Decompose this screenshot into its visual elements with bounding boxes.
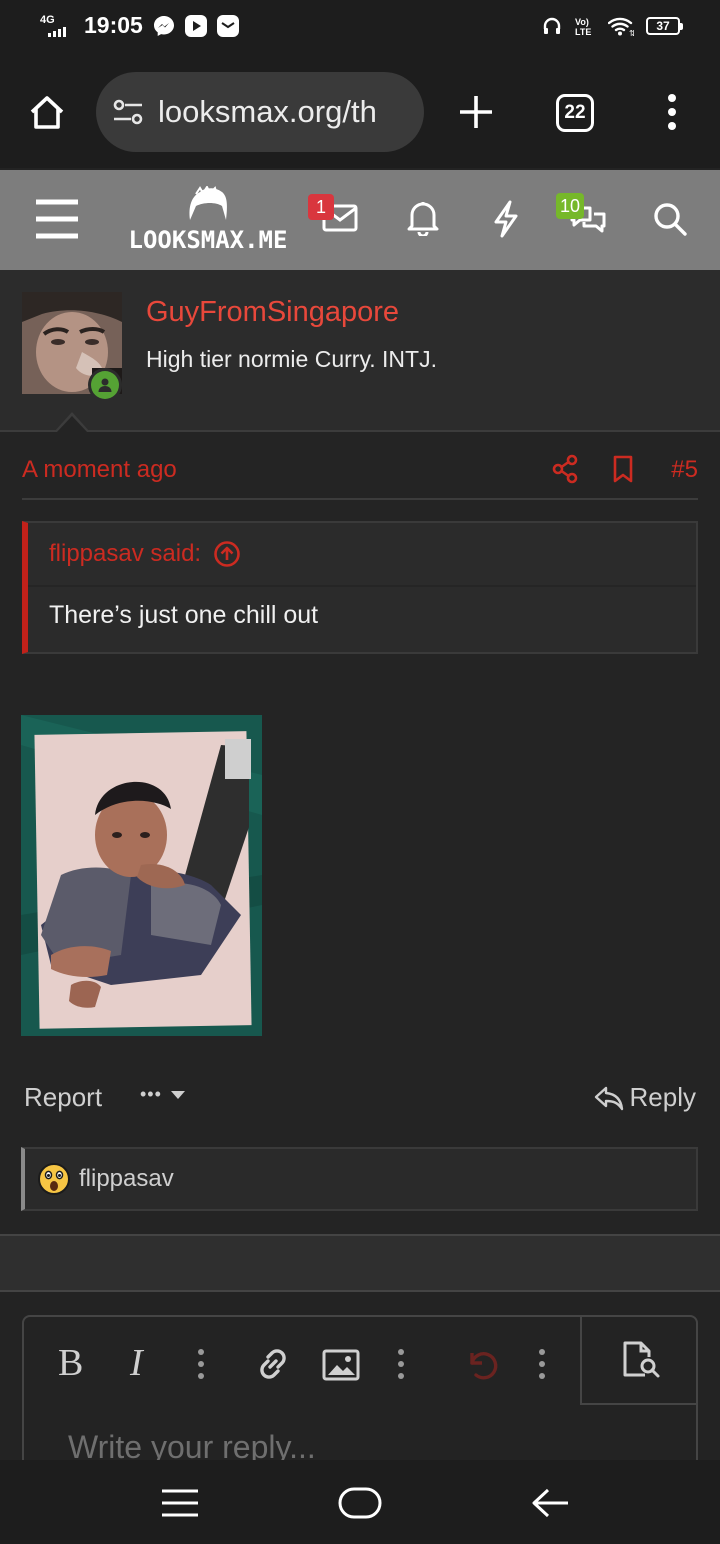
site-settings-icon[interactable] xyxy=(112,99,144,125)
cellular-signal-icon: 4G xyxy=(40,13,74,39)
more-options-button[interactable]: ••• xyxy=(140,1084,186,1105)
browser-toolbar: looksmax.org/th 22 xyxy=(0,56,720,168)
section-divider xyxy=(0,1234,720,1292)
wow-reaction-icon xyxy=(38,1163,70,1195)
more-options-label: ••• xyxy=(140,1084,162,1104)
italic-button[interactable]: I xyxy=(130,1341,143,1385)
battery-icon: 37 xyxy=(646,17,683,35)
reaction-users: flippasav xyxy=(79,1165,174,1192)
bookmark-icon[interactable] xyxy=(612,454,634,484)
share-icon[interactable] xyxy=(552,454,578,484)
inbox-badge: 1 xyxy=(308,194,334,220)
bold-button[interactable]: B xyxy=(58,1341,83,1385)
recent-apps-icon[interactable] xyxy=(160,1488,200,1518)
post-meta: A moment ago #5 xyxy=(22,454,698,500)
insert-image-icon[interactable] xyxy=(322,1349,360,1381)
home-button-icon[interactable] xyxy=(338,1486,382,1520)
quote-text: There’s just one chill out xyxy=(49,601,319,629)
quote-header[interactable]: flippasav said: xyxy=(28,523,696,587)
youtube-icon xyxy=(184,14,207,37)
post-user-block: GuyFromSingapore High tier normie Curry.… xyxy=(0,270,720,433)
reply-icon xyxy=(594,1086,623,1110)
post-image[interactable] xyxy=(21,715,262,1036)
go-to-quote-icon[interactable] xyxy=(213,540,241,568)
new-tab-icon[interactable] xyxy=(456,92,496,132)
undo-icon[interactable] xyxy=(464,1347,500,1383)
svg-text:⇅: ⇅ xyxy=(629,29,634,36)
quote-author: flippasav said: xyxy=(49,540,202,567)
user-block-caret-inner xyxy=(56,416,88,433)
post-username[interactable]: GuyFromSingapore xyxy=(146,296,399,329)
home-icon[interactable] xyxy=(26,92,68,134)
url-text: looksmax.org/th xyxy=(158,94,377,129)
online-status-badge xyxy=(88,368,122,402)
site-header: LOOKSMAX.ME 1 10 xyxy=(0,170,720,270)
status-bar: 4G 19:05 Vo) LTE ⇅ 37 xyxy=(0,0,720,56)
lightning-icon[interactable] xyxy=(492,200,520,238)
reply-label: Reply xyxy=(629,1082,696,1112)
search-icon[interactable] xyxy=(652,201,688,237)
user-icon xyxy=(98,378,112,392)
reply-button[interactable]: Reply xyxy=(594,1082,696,1113)
notifications-bell-icon[interactable] xyxy=(406,200,440,236)
logo-hair-icon xyxy=(189,186,227,220)
post-number[interactable]: #5 xyxy=(671,456,698,484)
preview-button[interactable] xyxy=(580,1317,696,1405)
wifi-icon: ⇅ xyxy=(608,17,634,36)
conversations-badge: 10 xyxy=(556,193,585,219)
quote-block: flippasav said: There’s just one chill o… xyxy=(22,521,698,654)
tab-switcher-button[interactable]: 22 xyxy=(556,94,594,132)
system-navigation-bar xyxy=(0,1460,720,1544)
site-logo[interactable]: LOOKSMAX.ME xyxy=(118,186,298,256)
preview-icon xyxy=(623,1341,660,1378)
more-insert-options-icon[interactable] xyxy=(394,1347,408,1381)
more-text-options-icon[interactable] xyxy=(194,1347,208,1381)
headphones-icon xyxy=(543,17,561,34)
editor-toolbar: B I xyxy=(24,1317,582,1407)
link-icon[interactable] xyxy=(254,1345,292,1383)
mail-app-icon xyxy=(216,14,239,37)
address-bar[interactable]: looksmax.org/th xyxy=(96,72,424,152)
messenger-icon xyxy=(153,15,174,36)
svg-text:Vo): Vo) xyxy=(575,17,589,27)
user-title: High tier normie Curry. INTJ. xyxy=(146,346,437,372)
volte-icon: Vo)LTE xyxy=(575,17,591,36)
back-icon[interactable] xyxy=(530,1486,570,1520)
forum-post: GuyFromSingapore High tier normie Curry.… xyxy=(0,270,720,1234)
hamburger-menu-icon[interactable] xyxy=(34,198,80,240)
post-actions: Report ••• Reply xyxy=(24,1078,696,1118)
status-time: 19:05 xyxy=(84,12,143,38)
svg-text:LTE: LTE xyxy=(575,27,591,36)
report-button[interactable]: Report xyxy=(24,1082,102,1113)
browser-menu-icon[interactable] xyxy=(662,92,682,132)
more-history-options-icon[interactable] xyxy=(535,1347,549,1381)
chevron-down-icon xyxy=(170,1090,185,1099)
reactions-bar[interactable]: flippasav xyxy=(21,1147,698,1211)
post-date[interactable]: A moment ago xyxy=(22,456,177,484)
